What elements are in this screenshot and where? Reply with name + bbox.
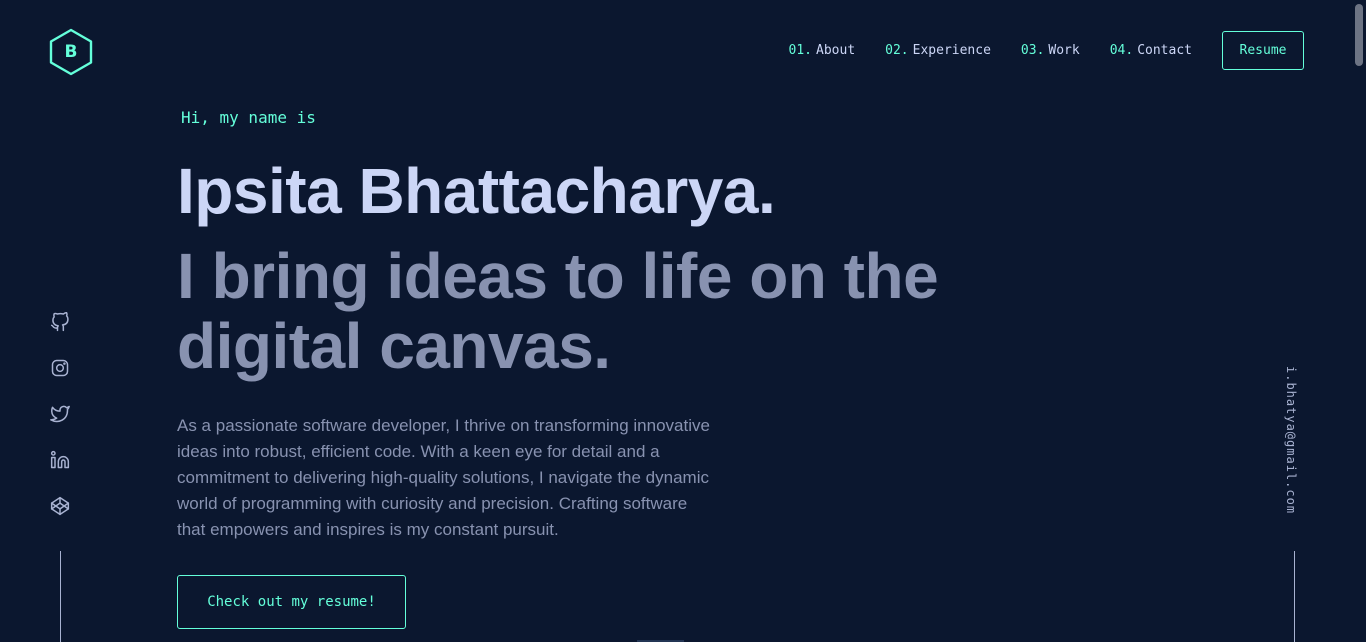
codepen-icon[interactable] — [48, 494, 72, 518]
nav-number: 01. — [788, 43, 813, 58]
email-text: i.bhatya@gmail.com — [1284, 366, 1298, 515]
scrollbar-thumb[interactable] — [1355, 4, 1363, 66]
nav-item-experience[interactable]: 02. Experience — [885, 43, 991, 58]
nav-label: Work — [1048, 43, 1080, 58]
scrollbar[interactable] — [1352, 0, 1366, 642]
nav-label: Contact — [1137, 43, 1192, 58]
nav-item-about[interactable]: 01. About — [789, 43, 856, 58]
nav-number: 02. — [885, 43, 909, 58]
top-nav: 01. About 02. Experience 03. Work 04. Contac… — [789, 31, 1304, 70]
logo[interactable]: B — [48, 28, 94, 76]
hero-section: Hi, my name is Ipsita Bhattacharya. I br… — [177, 108, 1037, 543]
greeting: Hi, my name is — [181, 108, 316, 127]
hero-bio: As a passionate software developer, I th… — [177, 416, 710, 539]
linkedin-icon[interactable] — [48, 448, 72, 472]
github-icon[interactable] — [48, 310, 72, 334]
hero-tagline: I bring ideas to life on the digital can… — [177, 240, 939, 382]
nav-label: About — [816, 43, 856, 58]
nav-label: Experience — [912, 43, 991, 58]
twitter-icon[interactable] — [48, 402, 72, 426]
left-divider-line — [60, 551, 61, 642]
email-link[interactable]: i.bhatya@gmail.com — [1284, 366, 1304, 526]
logo-letter: B — [64, 42, 78, 62]
nav-number: 03. — [1020, 43, 1045, 58]
nav-item-contact[interactable]: 04. Contact — [1110, 43, 1192, 58]
social-links — [48, 310, 72, 540]
nav-number: 04. — [1109, 43, 1134, 58]
right-divider-line — [1294, 551, 1295, 642]
instagram-icon[interactable] — [48, 356, 72, 380]
resume-button[interactable]: Resume — [1222, 31, 1304, 70]
resume-cta-button[interactable]: Check out my resume! — [177, 575, 406, 629]
nav-item-work[interactable]: 03. Work — [1021, 43, 1080, 58]
hero-name: Ipsita Bhattacharya. — [177, 155, 776, 227]
